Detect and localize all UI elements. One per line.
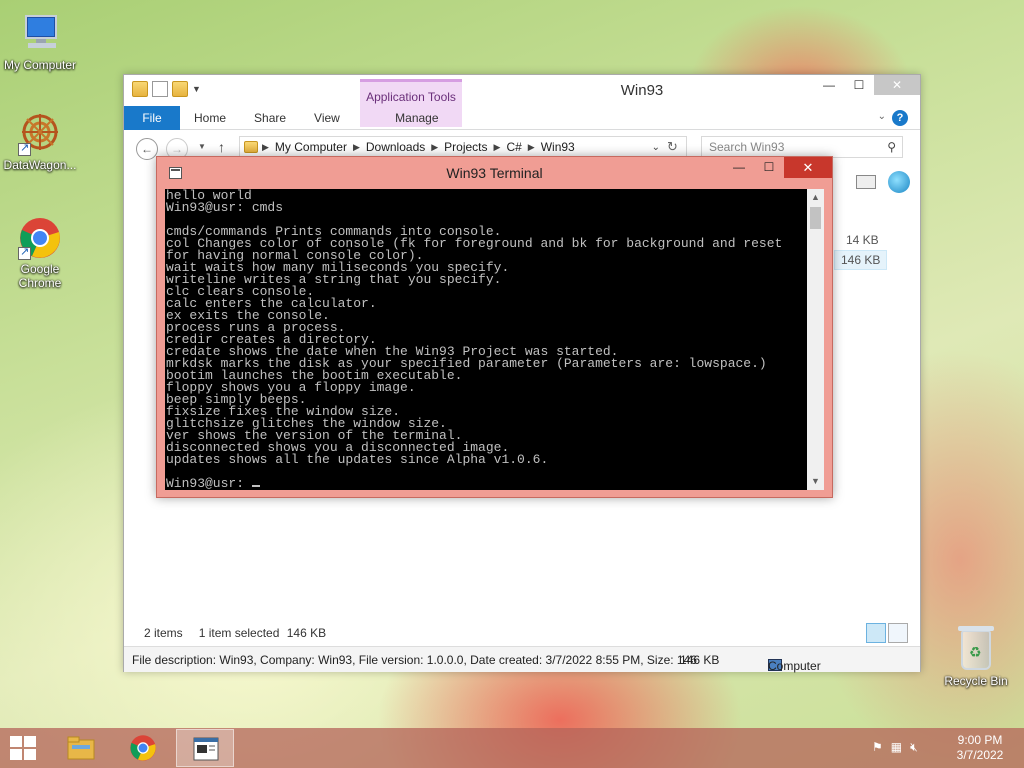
clock-time: 9:00 PM [957, 733, 1003, 747]
scroll-thumb[interactable] [810, 207, 821, 229]
breadcrumb-separator-icon: ▶ [431, 141, 439, 152]
chevron-down-icon[interactable]: ⌄ [878, 111, 886, 122]
clock[interactable]: 9:00 PM 3/7/2022 [940, 733, 1020, 763]
window-controls: — ☐ ✕ [724, 157, 832, 178]
console-line: updates shows all the updates since Alph… [166, 452, 549, 467]
maximize-button[interactable]: ☐ [844, 75, 874, 95]
maximize-button[interactable]: ☐ [754, 157, 784, 178]
console-prompt: Win93@usr: [166, 476, 252, 490]
refresh-button[interactable]: ↻ [667, 139, 678, 155]
large-icons-view-button[interactable] [888, 623, 908, 643]
breadcrumb-my-computer[interactable]: My Computer [269, 140, 353, 154]
close-button[interactable]: ✕ [784, 157, 832, 178]
desktop-icon-datawagon[interactable]: DataWagon... [0, 112, 80, 172]
network-icon[interactable]: ▦ [891, 740, 902, 755]
breadcrumb-csharp[interactable]: C# [500, 140, 527, 154]
file-size-cell-selected[interactable]: 146 KB [834, 250, 888, 270]
tab-share[interactable]: Share [240, 106, 300, 130]
recycle-bin-icon [958, 626, 994, 670]
window-controls: — ☐ ✕ [814, 75, 920, 95]
breadcrumb-win93[interactable]: Win93 [535, 140, 581, 154]
scroll-up-icon[interactable]: ▲ [807, 189, 824, 206]
taskbar: ⚑ ▦ 🔇︎ 9:00 PM 3/7/2022 [0, 728, 1024, 768]
desktop-icon-label: My Computer [3, 58, 77, 72]
minimize-button[interactable]: — [724, 157, 754, 178]
terminal-icon [192, 735, 220, 763]
preview-pane-icon[interactable] [856, 175, 876, 189]
view-toggle [866, 623, 908, 643]
location-label: Computer [768, 659, 821, 673]
search-input[interactable]: Search Win93 ⚲ [701, 136, 903, 158]
tab-file[interactable]: File [124, 105, 180, 130]
tab-home[interactable]: Home [180, 106, 240, 130]
desktop-icon-label: DataWagon... [3, 158, 77, 172]
breadcrumb-projects[interactable]: Projects [438, 140, 493, 154]
selected-size: 146 KB [286, 626, 327, 640]
console-output[interactable]: hello world Win93@usr: cmds cmds/commands … [165, 189, 815, 490]
selection-status: 1 item selected 146 KB [199, 626, 326, 640]
text-cursor [251, 485, 260, 487]
terminal-titlebar[interactable]: Win93 Terminal — ☐ ✕ [157, 157, 832, 189]
folder-icon [244, 141, 258, 153]
desktop-icon-my-computer[interactable]: My Computer [0, 12, 80, 72]
console-prompt-line[interactable]: Win93@usr: [166, 476, 815, 490]
chrome-icon [129, 734, 157, 762]
action-center-flag-icon[interactable]: ⚑ [872, 740, 883, 755]
search-placeholder: Search Win93 [709, 140, 785, 154]
computer-icon [18, 12, 62, 56]
taskbar-google-chrome[interactable] [114, 729, 172, 767]
clock-date: 3/7/2022 [956, 748, 1004, 762]
desktop-icon-google-chrome[interactable]: Google Chrome [0, 216, 80, 290]
chrome-icon [18, 216, 62, 260]
scroll-down-icon[interactable]: ▼ [807, 473, 824, 490]
file-size: 146 KB [680, 653, 720, 667]
desktop-icon-recycle-bin[interactable]: Recycle Bin [940, 626, 1012, 688]
volume-muted-icon[interactable]: 🔇︎ [910, 740, 918, 755]
search-icon: ⚲ [887, 140, 896, 154]
selected-count: 1 item selected [198, 626, 280, 640]
file-description: File description: Win93, Company: Win93,… [132, 653, 697, 667]
globe-icon[interactable] [888, 171, 910, 193]
taskbar-file-explorer[interactable] [52, 729, 110, 767]
help-icon[interactable]: ? [892, 110, 908, 126]
up-button[interactable]: ↑ [218, 139, 225, 155]
breadcrumb-separator-icon: ▶ [527, 141, 535, 152]
file-explorer-icon [67, 734, 95, 762]
item-count: 2 items [144, 626, 183, 640]
breadcrumb-separator-icon: ▶ [352, 141, 360, 152]
address-bar[interactable]: ▶ My Computer ▶ Downloads ▶ Projects ▶ C… [239, 136, 687, 158]
explorer-title: Win93 [620, 82, 664, 99]
details-view-button[interactable] [866, 623, 886, 643]
recent-locations-icon[interactable]: ▼ [198, 142, 206, 151]
desktop-icon-label: Recycle Bin [944, 674, 1008, 688]
back-button[interactable]: ← [136, 138, 158, 160]
start-button[interactable] [10, 736, 38, 762]
tab-view[interactable]: View [300, 106, 354, 130]
breadcrumb-separator-icon: ▶ [262, 141, 269, 152]
breadcrumb-downloads[interactable]: Downloads [360, 140, 431, 154]
address-dropdown-icon[interactable]: ⌄ [652, 142, 660, 153]
status-bar: 2 items 1 item selected 146 KB [124, 623, 920, 643]
details-bar: File description: Win93, Company: Win93,… [124, 646, 920, 673]
taskbar-win93-terminal[interactable] [176, 729, 234, 767]
terminal-window: Win93 Terminal — ☐ ✕ hello world Win93@us… [156, 156, 833, 498]
system-tray: ⚑ ▦ 🔇︎ [872, 740, 918, 755]
shortcut-arrow-icon [18, 245, 31, 260]
datawagon-icon [18, 112, 62, 156]
breadcrumb-separator-icon: ▶ [493, 141, 501, 152]
shortcut-arrow-icon [18, 141, 31, 156]
minimize-button[interactable]: — [814, 75, 844, 95]
desktop-icon-label: Google Chrome [18, 262, 62, 290]
ribbon-tabs: File Home Share View Manage [124, 105, 920, 130]
console-line: Win93@usr: cmds [166, 200, 284, 215]
close-button[interactable]: ✕ [874, 75, 920, 95]
vertical-scrollbar[interactable]: ▲ ▼ [807, 189, 824, 490]
explorer-titlebar[interactable]: ▼ Application Tools Win93 — ☐ ✕ [124, 75, 920, 127]
tab-manage[interactable]: Manage [366, 106, 468, 130]
file-size-cell: 14 KB [846, 233, 879, 247]
